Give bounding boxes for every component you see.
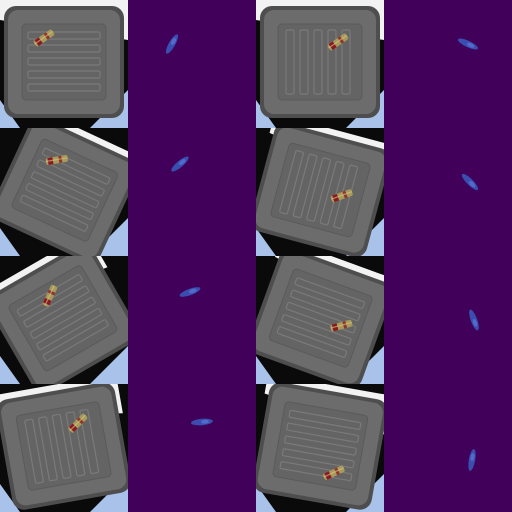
photo-panel-c1: [0, 256, 128, 384]
tray-photo: [0, 0, 128, 128]
photo-panel-a3: [256, 0, 384, 128]
tray-photo: [0, 128, 128, 256]
photo-panel-d3: [256, 384, 384, 512]
mask-panel-b2: [128, 128, 256, 256]
segmentation-mask: [128, 128, 256, 256]
tray-photo: [256, 0, 384, 128]
segmentation-mask: [384, 128, 512, 256]
tray-photo: [256, 128, 384, 256]
tray-photo: [0, 384, 128, 512]
tray: [256, 384, 384, 510]
tray-photo: [256, 256, 384, 384]
mask-panel-d4: [384, 384, 512, 512]
tray: [260, 6, 380, 118]
tray-photo: [0, 256, 128, 384]
segmentation-mask: [384, 256, 512, 384]
mask-panel-c2: [128, 256, 256, 384]
mask-panel-d2: [128, 384, 256, 512]
mask-panel-b4: [384, 128, 512, 256]
mask-panel-c4: [384, 256, 512, 384]
mask-panel-a2: [128, 0, 256, 128]
photo-panel-d1: [0, 384, 128, 512]
photo-panel-b3: [256, 128, 384, 256]
segmentation-mask: [128, 256, 256, 384]
tray-photo: [256, 384, 384, 512]
photo-panel-a1: [0, 0, 128, 128]
segmentation-mask: [128, 384, 256, 512]
tray: [0, 384, 128, 510]
segmentation-mask: [384, 384, 512, 512]
image-grid: [0, 0, 512, 512]
segmentation-mask: [128, 0, 256, 128]
tray: [4, 6, 124, 118]
photo-panel-c3: [256, 256, 384, 384]
photo-panel-b1: [0, 128, 128, 256]
mask-panel-a4: [384, 0, 512, 128]
segmentation-mask: [384, 0, 512, 128]
